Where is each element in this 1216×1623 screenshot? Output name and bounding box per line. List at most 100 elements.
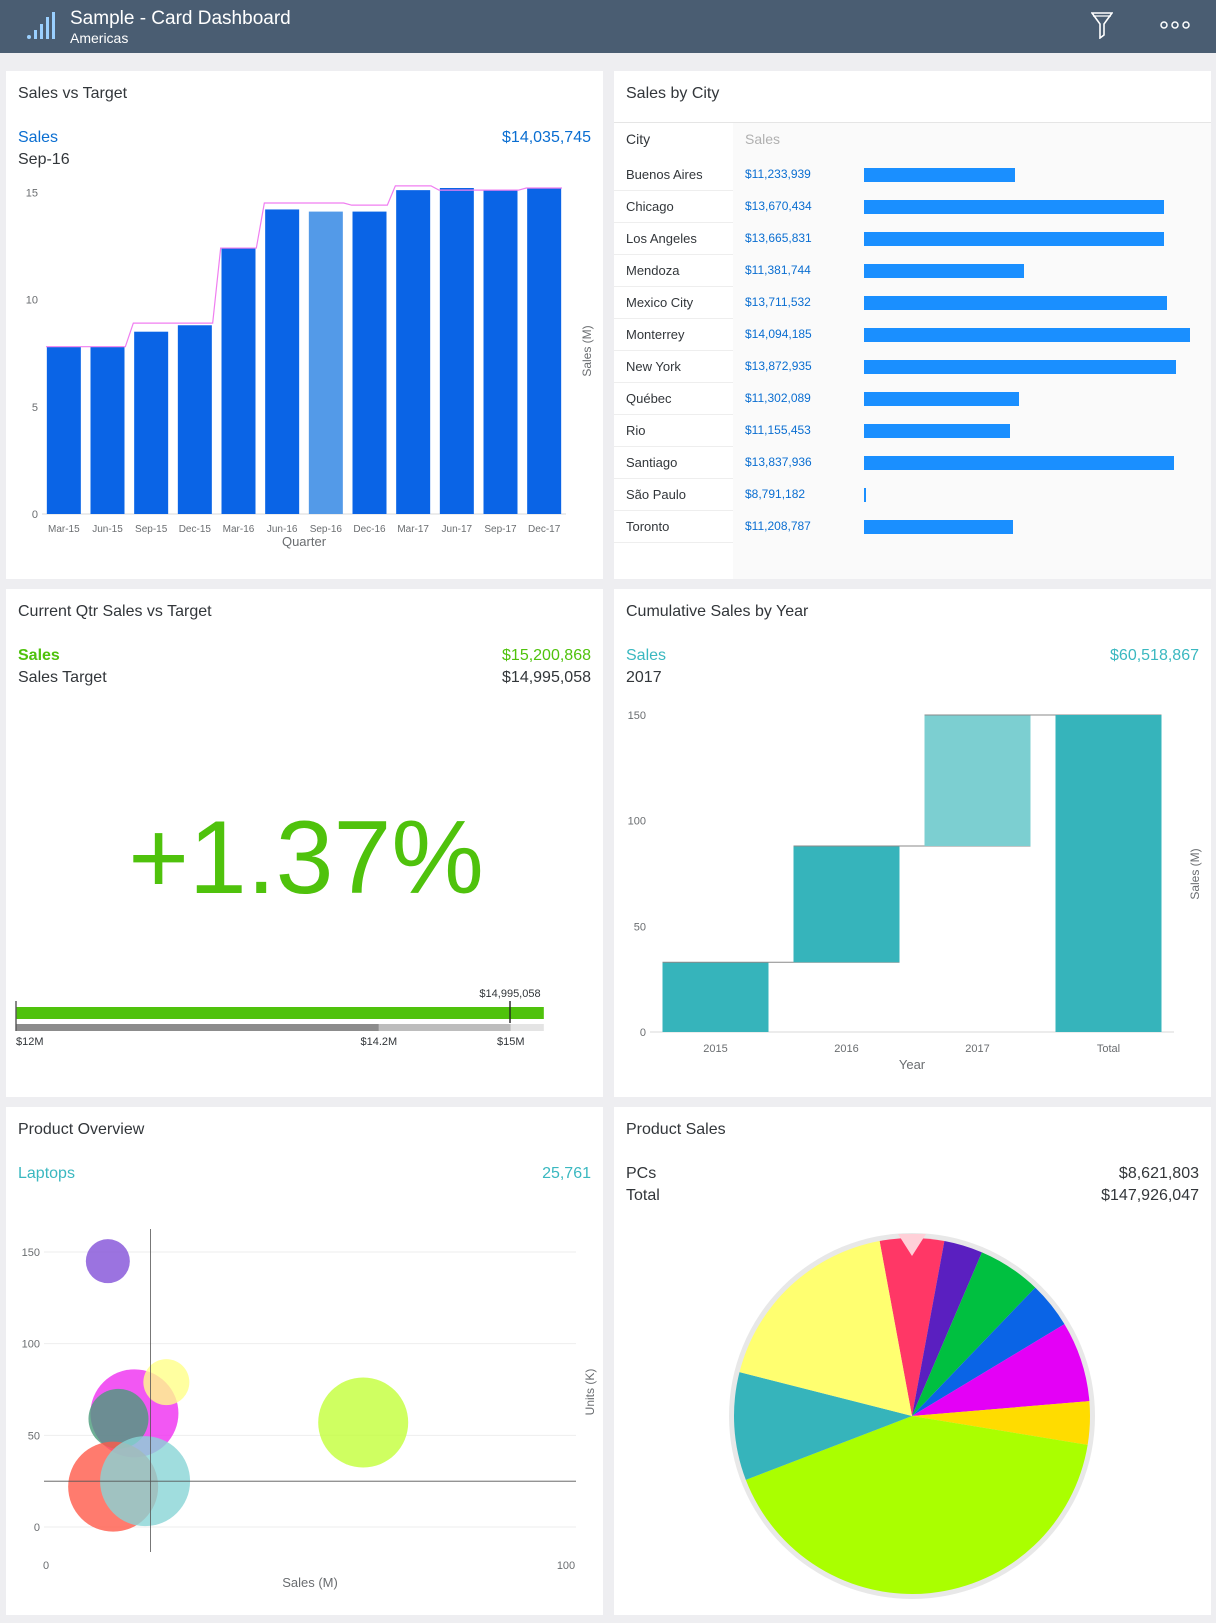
city-row[interactable]: Mexico City $13,711,532 [614,287,1214,319]
y-tick-label: 0 [34,1522,40,1534]
city-sales-value: $11,381,744 [745,263,811,277]
bullet-range-band [16,1024,379,1031]
bar-Sep-15[interactable] [134,331,169,514]
more-options-icon[interactable] [1159,20,1191,30]
city-sales-value: $11,233,939 [745,167,811,181]
card-title: Sales by City [626,85,720,102]
bar-Jun-15[interactable] [90,346,125,514]
x-tick-label: Mar-17 [397,524,429,535]
bullet-chart[interactable]: $14,995,058 $12M $14.2M $15M [6,987,603,1097]
y-tick-label: 150 [22,1247,40,1259]
waterfall-bar-2016[interactable] [793,846,900,963]
card-sales-by-city[interactable]: Sales by City City Sales Buenos Aires $11… [614,71,1211,579]
card-cumulative-sales[interactable]: Cumulative Sales by Year Sales $60,518,8… [614,589,1211,1097]
city-row[interactable]: São Paulo $8,791,182 [614,479,1214,511]
x-tick-label: Sep-17 [484,524,517,535]
city-name: Chicago [626,199,674,214]
bar-Dec-16[interactable] [352,211,387,514]
city-row[interactable]: Rio $11,155,453 [614,415,1214,447]
bullet-actual-bar[interactable] [16,1007,544,1019]
city-sales-bar[interactable] [864,456,1175,470]
city-name: Monterrey [626,327,685,342]
bar-Mar-15[interactable] [46,346,81,514]
bullet-range-band [378,1024,511,1031]
bar-Mar-17[interactable] [396,190,431,514]
bar-Jun-17[interactable] [439,188,474,514]
city-sales-bar[interactable] [864,232,1164,246]
city-sales-value: $8,791,182 [745,487,806,501]
bar-Sep-17[interactable] [483,190,518,514]
bullet-tick-label: $15M [497,1036,525,1048]
city-sales-bar[interactable] [864,488,866,502]
city-row[interactable]: Chicago $13,670,434 [614,191,1214,223]
bubble-chart[interactable]: 0 50 100 150 0 100 Sales (M) Units (K) [6,1107,603,1615]
city-row[interactable]: Monterrey $14,094,185 [614,319,1214,351]
column-header-sales[interactable]: Sales [745,131,780,147]
city-sales-bar[interactable] [864,392,1019,406]
x-tick-label: Mar-16 [223,524,255,535]
bar-Dec-15[interactable] [177,325,212,514]
city-name: Santiago [626,455,678,470]
bar-Dec-17[interactable] [527,188,562,514]
delta-percentage: +1.37% [128,800,484,916]
x-tick-label: Dec-15 [179,524,212,535]
city-sales-bar[interactable] [864,264,1024,278]
waterfall-chart[interactable]: 0 50 100 150 2015 2016 2017 Total Year Sales (M) [614,589,1211,1097]
x-tick-label: 2015 [703,1043,727,1055]
city-row[interactable]: Toronto $11,208,787 [614,511,1214,543]
city-row[interactable]: Santiago $13,837,936 [614,447,1214,479]
city-sales-value: $13,670,434 [745,199,812,213]
x-axis-title: Year [899,1057,926,1072]
bullet-tick-label: $14.2M [361,1036,398,1048]
waterfall-bar-2015[interactable] [662,962,769,1032]
filter-icon[interactable] [1091,11,1113,39]
city-sales-bar[interactable] [864,520,1014,534]
y-axis-title: Sales (M) [1188,848,1202,899]
city-row[interactable]: Buenos Aires $11,233,939 [614,159,1214,191]
city-sales-bar[interactable] [864,424,1011,438]
sales-vs-target-chart[interactable]: 0 5 10 15 Mar-15 Jun-15 Sep-15 Dec-15 Mar-16 Jun-… [6,71,603,579]
y-axis-title: Sales (M) [580,325,594,376]
city-row[interactable]: Mendoza $11,381,744 [614,255,1214,287]
bubble-point[interactable] [318,1377,409,1468]
city-sales-bar[interactable] [864,168,1015,182]
y-tick-label: 100 [628,816,646,828]
bar-Sep-16[interactable] [308,211,343,514]
city-sales-bar[interactable] [864,296,1167,310]
city-sales-value: $14,094,185 [745,327,812,341]
app-logo-icon [27,12,55,39]
city-sales-bar[interactable] [864,200,1165,214]
x-tick-label: 2016 [834,1043,858,1055]
city-row[interactable]: New York $13,872,935 [614,351,1214,383]
card-sales-vs-target[interactable]: Sales vs Target Sales $14,035,745 Sep-16… [6,71,603,579]
waterfall-bar-Total[interactable] [1055,715,1162,1032]
card-current-qtr[interactable]: Current Qtr Sales vs Target Sales $15,20… [6,589,603,1097]
city-row[interactable]: Los Angeles $13,665,831 [614,223,1214,255]
bar-Jun-16[interactable] [265,209,300,514]
city-sales-value: $13,711,532 [745,295,811,309]
y-tick-label: 150 [628,710,646,722]
city-name: São Paulo [626,487,686,502]
city-name: Mexico City [626,295,694,310]
bullet-tick-label: $12M [16,1036,44,1048]
y-tick-label: 0 [640,1027,646,1039]
bubble-point[interactable] [85,1239,130,1284]
city-row[interactable]: Québec $11,302,089 [614,383,1214,415]
x-tick-label: Sep-15 [135,524,168,535]
city-sales-value: $13,837,936 [745,455,812,469]
waterfall-bar-2017[interactable] [924,715,1031,847]
card-product-sales[interactable]: Product Sales PCs $8,621,803 Total $147,… [614,1107,1211,1615]
city-name: Los Angeles [626,231,697,246]
y-tick-label: 100 [22,1339,40,1351]
x-tick-label: Dec-16 [353,524,386,535]
bar-Mar-16[interactable] [221,248,256,515]
city-sales-bar[interactable] [864,360,1177,374]
column-header-city[interactable]: City [626,131,650,147]
city-sales-value: $11,208,787 [745,519,811,533]
card-product-overview[interactable]: Product Overview Laptops 25,761 0 50 100 15… [6,1107,603,1615]
y-tick-label: 50 [28,1430,40,1442]
y-axis-title: Units (K) [583,1369,597,1416]
city-sales-value: $13,665,831 [745,231,812,245]
pie-chart[interactable] [614,1107,1211,1615]
city-sales-bar[interactable] [864,328,1190,342]
